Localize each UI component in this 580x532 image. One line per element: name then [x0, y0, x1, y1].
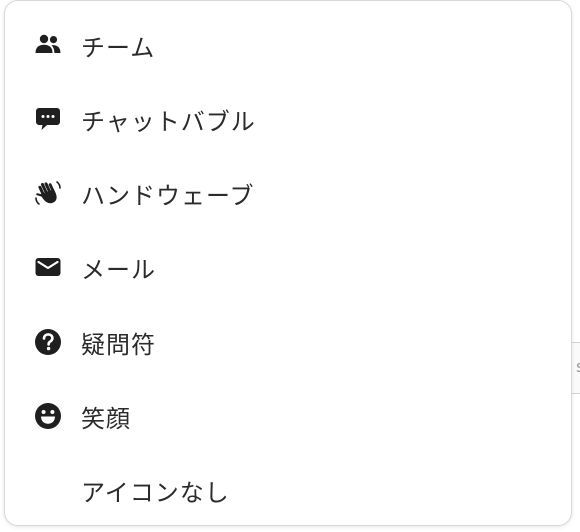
- menu-item-mail[interactable]: メール: [5, 230, 571, 304]
- menu-item-team[interactable]: チーム: [5, 8, 571, 82]
- menu-item-no-icon[interactable]: アイコンなし: [5, 453, 571, 527]
- menu-item-label: ハンドウェーブ: [81, 181, 255, 210]
- menu-item-question-mark[interactable]: 疑問符: [5, 305, 571, 379]
- team-icon: [33, 30, 63, 60]
- mail-icon: [33, 252, 63, 282]
- smiley-icon: [33, 401, 63, 431]
- page: s チーム: [0, 0, 580, 532]
- menu-item-label: 疑問符: [81, 330, 156, 359]
- menu-item-label: アイコンなし: [81, 478, 230, 507]
- menu-item-label: メール: [81, 255, 156, 284]
- menu-item-label: チーム: [81, 33, 156, 62]
- menu-item-hand-wave[interactable]: ハンドウェーブ: [5, 156, 571, 230]
- menu-item-smiley[interactable]: 笑顔: [5, 379, 571, 453]
- menu-item-chat-bubble[interactable]: チャットバブル: [5, 82, 571, 156]
- background-control-glyph: s: [576, 357, 580, 376]
- menu-item-label: 笑顔: [81, 404, 131, 433]
- icon-select-menu: チーム チャットバブル ハンドウェーブ メール 疑問符 笑顔 アイコンなし: [4, 0, 572, 526]
- chat-bubble-icon: [33, 104, 63, 134]
- question-mark-icon: [33, 327, 63, 357]
- hand-wave-icon: [33, 178, 63, 208]
- menu-item-label: チャットバブル: [81, 107, 256, 136]
